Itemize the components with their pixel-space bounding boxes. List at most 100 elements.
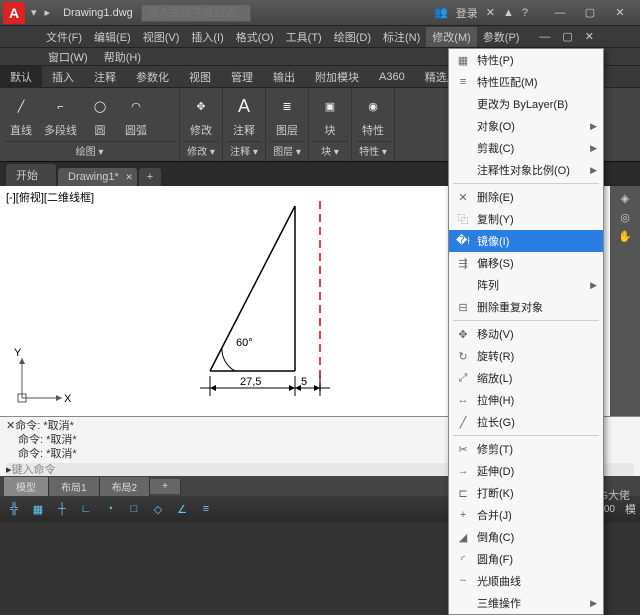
menu-item-icon: ≡ <box>455 74 471 90</box>
menu-item[interactable]: 三维操作▶ <box>449 592 603 614</box>
menu-item[interactable]: �⟊镜像(I) <box>449 230 603 252</box>
minimize-button[interactable]: — <box>546 3 574 23</box>
menu-item-label: 拉长(G) <box>477 414 515 430</box>
menu-item-label: 光顺曲线 <box>477 573 521 589</box>
menu-item[interactable]: →延伸(D) <box>449 460 603 482</box>
search-input[interactable] <box>141 4 251 22</box>
ribtab-insert[interactable]: 插入 <box>42 66 84 88</box>
menu-item[interactable]: 剪裁(C)▶ <box>449 137 603 159</box>
menu-modify[interactable]: 修改(M) <box>426 27 477 47</box>
menu-dim[interactable]: 标注(N) <box>377 27 426 47</box>
menu-item[interactable]: +合并(J) <box>449 504 603 526</box>
ribtab-view[interactable]: 视图 <box>179 66 221 88</box>
doc-max-icon[interactable]: ▢ <box>556 28 578 45</box>
status-lw-icon[interactable]: ≡ <box>196 499 216 519</box>
tab-new[interactable]: + <box>139 168 161 186</box>
menu-item[interactable]: ▦特性(P) <box>449 49 603 71</box>
block-button[interactable]: ▣块 <box>313 92 347 140</box>
doc-close-icon[interactable]: ✕ <box>579 28 600 45</box>
menu-item[interactable]: ⤢缩放(L) <box>449 367 603 389</box>
status-3dosnap-icon[interactable]: ◇ <box>148 499 168 519</box>
panel-draw-label[interactable]: 绘图 ▾ <box>4 141 175 159</box>
layout-new[interactable]: + <box>150 479 181 494</box>
tab-start[interactable]: 开始 <box>6 164 56 186</box>
ribtab-default[interactable]: 默认 <box>0 66 42 88</box>
arc-button[interactable]: ◠圆弧 <box>119 92 153 140</box>
qat-arrow-icon[interactable]: ▸ <box>42 5 54 20</box>
ribtab-manage[interactable]: 管理 <box>221 66 263 88</box>
cmd-close-icon[interactable]: ✕ <box>6 419 15 433</box>
menu-item[interactable]: ⊏打断(K) <box>449 482 603 504</box>
menu-item[interactable]: ↻旋转(R) <box>449 345 603 367</box>
polyline-button[interactable]: ⌐多段线 <box>40 92 81 140</box>
menu-item[interactable]: 更改为 ByLayer(B) <box>449 93 603 115</box>
menu-item[interactable]: ⿻复制(Y) <box>449 208 603 230</box>
tab-close-icon[interactable]: ✕ <box>125 172 133 183</box>
menu-window[interactable]: 窗口(W) <box>40 48 96 66</box>
menu-item[interactable]: ~光顺曲线 <box>449 570 603 592</box>
circle-button[interactable]: ◯圆 <box>83 92 117 140</box>
menu-param[interactable]: 参数(P) <box>477 27 526 47</box>
menu-item[interactable]: ⇶偏移(S) <box>449 252 603 274</box>
layer-button[interactable]: ≣图层 <box>270 92 304 140</box>
menu-item[interactable]: ✥移动(V) <box>449 323 603 345</box>
status-snap-icon[interactable]: ┼ <box>52 499 72 519</box>
navbar-wheel-icon[interactable]: ◎ <box>620 211 630 224</box>
menu-item[interactable]: ⊟删除重复对象 <box>449 296 603 318</box>
user-icon[interactable]: 👥 <box>434 6 448 19</box>
layout-1[interactable]: 布局1 <box>49 477 100 496</box>
modify-button[interactable]: ✥修改 <box>184 92 218 140</box>
drawing-content: 60° 27,5 5 <box>140 196 360 406</box>
menu-draw[interactable]: 绘图(D) <box>328 27 377 47</box>
menu-item[interactable]: ✕删除(E) <box>449 186 603 208</box>
prop-button[interactable]: ◉特性 <box>356 92 390 140</box>
qat-menu-icon[interactable]: ▾ <box>28 5 40 20</box>
app-logo[interactable]: A <box>3 2 25 24</box>
menu-insert[interactable]: 插入(I) <box>185 27 229 47</box>
cloud-icon[interactable]: ▲ <box>503 7 514 19</box>
menu-item[interactable]: ≡特性匹配(M) <box>449 71 603 93</box>
cmd-input[interactable]: 键入命令 <box>12 463 56 477</box>
exchange-icon[interactable]: ✕ <box>486 6 495 19</box>
line-button[interactable]: ╱直线 <box>4 92 38 140</box>
ribtab-addons[interactable]: 附加模块 <box>305 66 369 88</box>
menu-item[interactable]: ↔拉伸(H) <box>449 389 603 411</box>
close-button[interactable]: ✕ <box>606 3 634 23</box>
tab-drawing1[interactable]: Drawing1*✕ <box>58 168 137 186</box>
menu-format[interactable]: 格式(O) <box>230 27 280 47</box>
block-icon: ▣ <box>317 94 343 120</box>
ribtab-a360[interactable]: A360 <box>369 68 415 86</box>
status-grid-icon[interactable]: ▦ <box>28 499 48 519</box>
navbar-pan-icon[interactable]: ✋ <box>618 230 632 243</box>
status-osnap-icon[interactable]: □ <box>124 499 144 519</box>
doc-min-icon[interactable]: — <box>533 29 556 45</box>
ribtab-annot[interactable]: 注释 <box>84 66 126 88</box>
ribtab-output[interactable]: 输出 <box>263 66 305 88</box>
menu-view[interactable]: 视图(V) <box>137 27 186 47</box>
menu-edit[interactable]: 编辑(E) <box>88 27 137 47</box>
menu-item[interactable]: 阵列▶ <box>449 274 603 296</box>
menu-item[interactable]: ◜圆角(F) <box>449 548 603 570</box>
maximize-button[interactable]: ▢ <box>576 3 604 23</box>
menu-file[interactable]: 文件(F) <box>40 27 88 47</box>
status-model-icon[interactable]: ╬ <box>4 499 24 519</box>
status-polar-icon[interactable]: ◔ <box>100 499 120 519</box>
menu-help[interactable]: 帮助(H) <box>96 48 149 66</box>
menu-tools[interactable]: 工具(T) <box>280 27 328 47</box>
menu-item[interactable]: 注释性对象比例(O)▶ <box>449 159 603 181</box>
status-otrack-icon[interactable]: ∠ <box>172 499 192 519</box>
menu-item[interactable]: ✂修剪(T) <box>449 438 603 460</box>
view-label[interactable]: [-][俯视][二维线框] <box>6 189 94 205</box>
status-ortho-icon[interactable]: ∟ <box>76 499 96 519</box>
ribtab-param[interactable]: 参数化 <box>126 66 179 88</box>
navbar-compass-icon[interactable]: ◈ <box>621 192 629 205</box>
annot-button[interactable]: A注释 <box>227 92 261 140</box>
help-icon[interactable]: ? <box>522 7 528 19</box>
layout-2[interactable]: 布局2 <box>100 477 151 496</box>
layout-model[interactable]: 模型 <box>4 477 49 496</box>
status-mode[interactable]: 模 <box>625 501 636 517</box>
menu-item[interactable]: 对象(O)▶ <box>449 115 603 137</box>
menu-item[interactable]: ╱拉长(G) <box>449 411 603 433</box>
menu-item[interactable]: ◢倒角(C) <box>449 526 603 548</box>
login-link[interactable]: 登录 <box>456 5 478 21</box>
